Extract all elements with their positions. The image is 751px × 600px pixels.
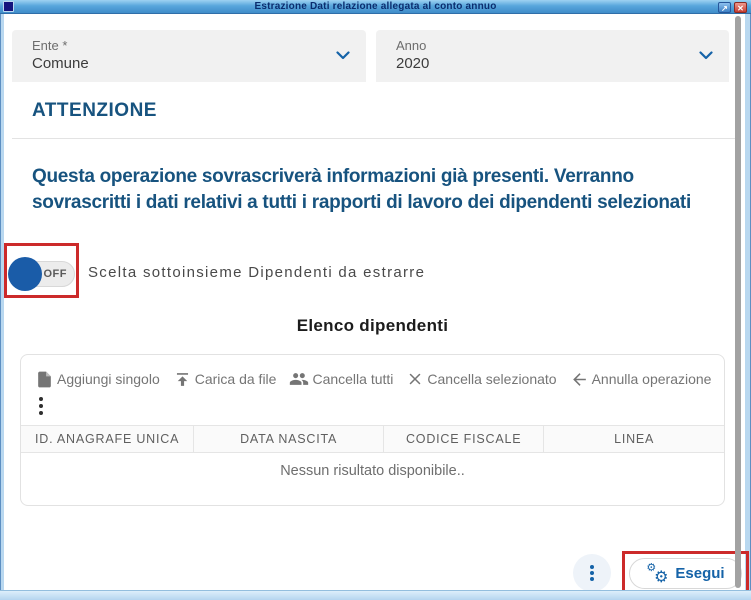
undo-operation-label: Annulla operazione	[591, 371, 712, 387]
add-single-label: Aggiungi singolo	[57, 371, 160, 387]
toggle-thumb-icon	[8, 257, 42, 291]
vertical-scrollbar[interactable]	[735, 16, 741, 588]
column-header-data-nascita: DATA NASCITA	[193, 426, 383, 452]
column-header-id-anagrafe: ID. ANAGRAFE UNICA	[34, 432, 180, 446]
kebab-icon	[39, 397, 43, 401]
toggle-state-label: OFF	[43, 268, 67, 280]
dialog-window: Estrazione Dati relazione allegata al co…	[0, 0, 751, 600]
add-file-icon	[38, 371, 51, 387]
load-from-file-button[interactable]: Carica da file	[173, 370, 277, 389]
window-bottom-bar	[0, 590, 751, 600]
ente-value: Comune	[32, 55, 89, 72]
people-icon	[290, 373, 309, 385]
divider	[12, 138, 737, 139]
footer-overflow-menu-button[interactable]	[573, 554, 611, 592]
empty-table-message: Nessun risultato disponibile..	[280, 463, 465, 479]
close-window-button[interactable]: ✕	[734, 2, 747, 13]
anno-label: Anno	[396, 38, 427, 53]
chevron-down-icon	[336, 51, 350, 60]
column-header-codice-fiscale: CODICE FISCALE	[383, 426, 543, 452]
warning-message: Questa operazione sovrascriverà informaz…	[32, 166, 691, 213]
toolbar-overflow-menu-button[interactable]	[39, 397, 51, 415]
esegui-button[interactable]: ⚙ ⚙ Esegui	[629, 558, 742, 589]
close-icon	[410, 373, 421, 385]
anno-select[interactable]: Anno 2020	[376, 30, 729, 82]
upload-icon	[176, 372, 188, 386]
attention-heading: ATTENZIONE	[32, 100, 157, 121]
delete-all-button[interactable]: Cancella tutti	[289, 369, 393, 389]
gears-icon: ⚙ ⚙	[646, 560, 669, 586]
anno-value: 2020	[396, 55, 430, 72]
undo-icon	[572, 372, 586, 386]
delete-selected-label: Cancella selezionato	[427, 371, 557, 387]
chevron-down-icon	[699, 51, 713, 60]
restore-window-button[interactable]: ↗	[718, 2, 731, 13]
titlebar: Estrazione Dati relazione allegata al co…	[0, 0, 751, 14]
subset-toggle[interactable]: OFF	[7, 246, 76, 295]
employee-list-title: Elenco dipendenti	[296, 316, 449, 335]
delete-all-label: Cancella tutti	[312, 371, 394, 387]
dialog-content: Ente * Comune Anno 2020 ATTENZIONE Quest…	[4, 14, 749, 596]
window-title: Estrazione Dati relazione allegata al co…	[254, 1, 497, 12]
kebab-icon	[590, 565, 594, 569]
table-header-row: ID. ANAGRAFE UNICA DATA NASCITA CODICE F…	[21, 425, 724, 453]
annotation-box-toggle: OFF	[4, 243, 79, 298]
add-single-button[interactable]: Aggiungi singolo	[35, 370, 160, 389]
undo-operation-button[interactable]: Annulla operazione	[570, 370, 712, 389]
esegui-label: Esegui	[675, 565, 725, 582]
subset-toggle-label: Scelta sottoinsieme Dipendenti da estrar…	[88, 264, 426, 281]
employee-toolbar: Aggiungi singolo Carica da file Cancella…	[35, 367, 718, 391]
employee-list-panel: Aggiungi singolo Carica da file Cancella…	[20, 354, 725, 506]
ente-label: Ente *	[32, 38, 68, 53]
delete-selected-button[interactable]: Cancella selezionato	[406, 370, 557, 388]
ente-select[interactable]: Ente * Comune	[12, 30, 366, 82]
column-header-linea: LINEA	[543, 426, 724, 452]
load-from-file-label: Carica da file	[194, 371, 277, 387]
